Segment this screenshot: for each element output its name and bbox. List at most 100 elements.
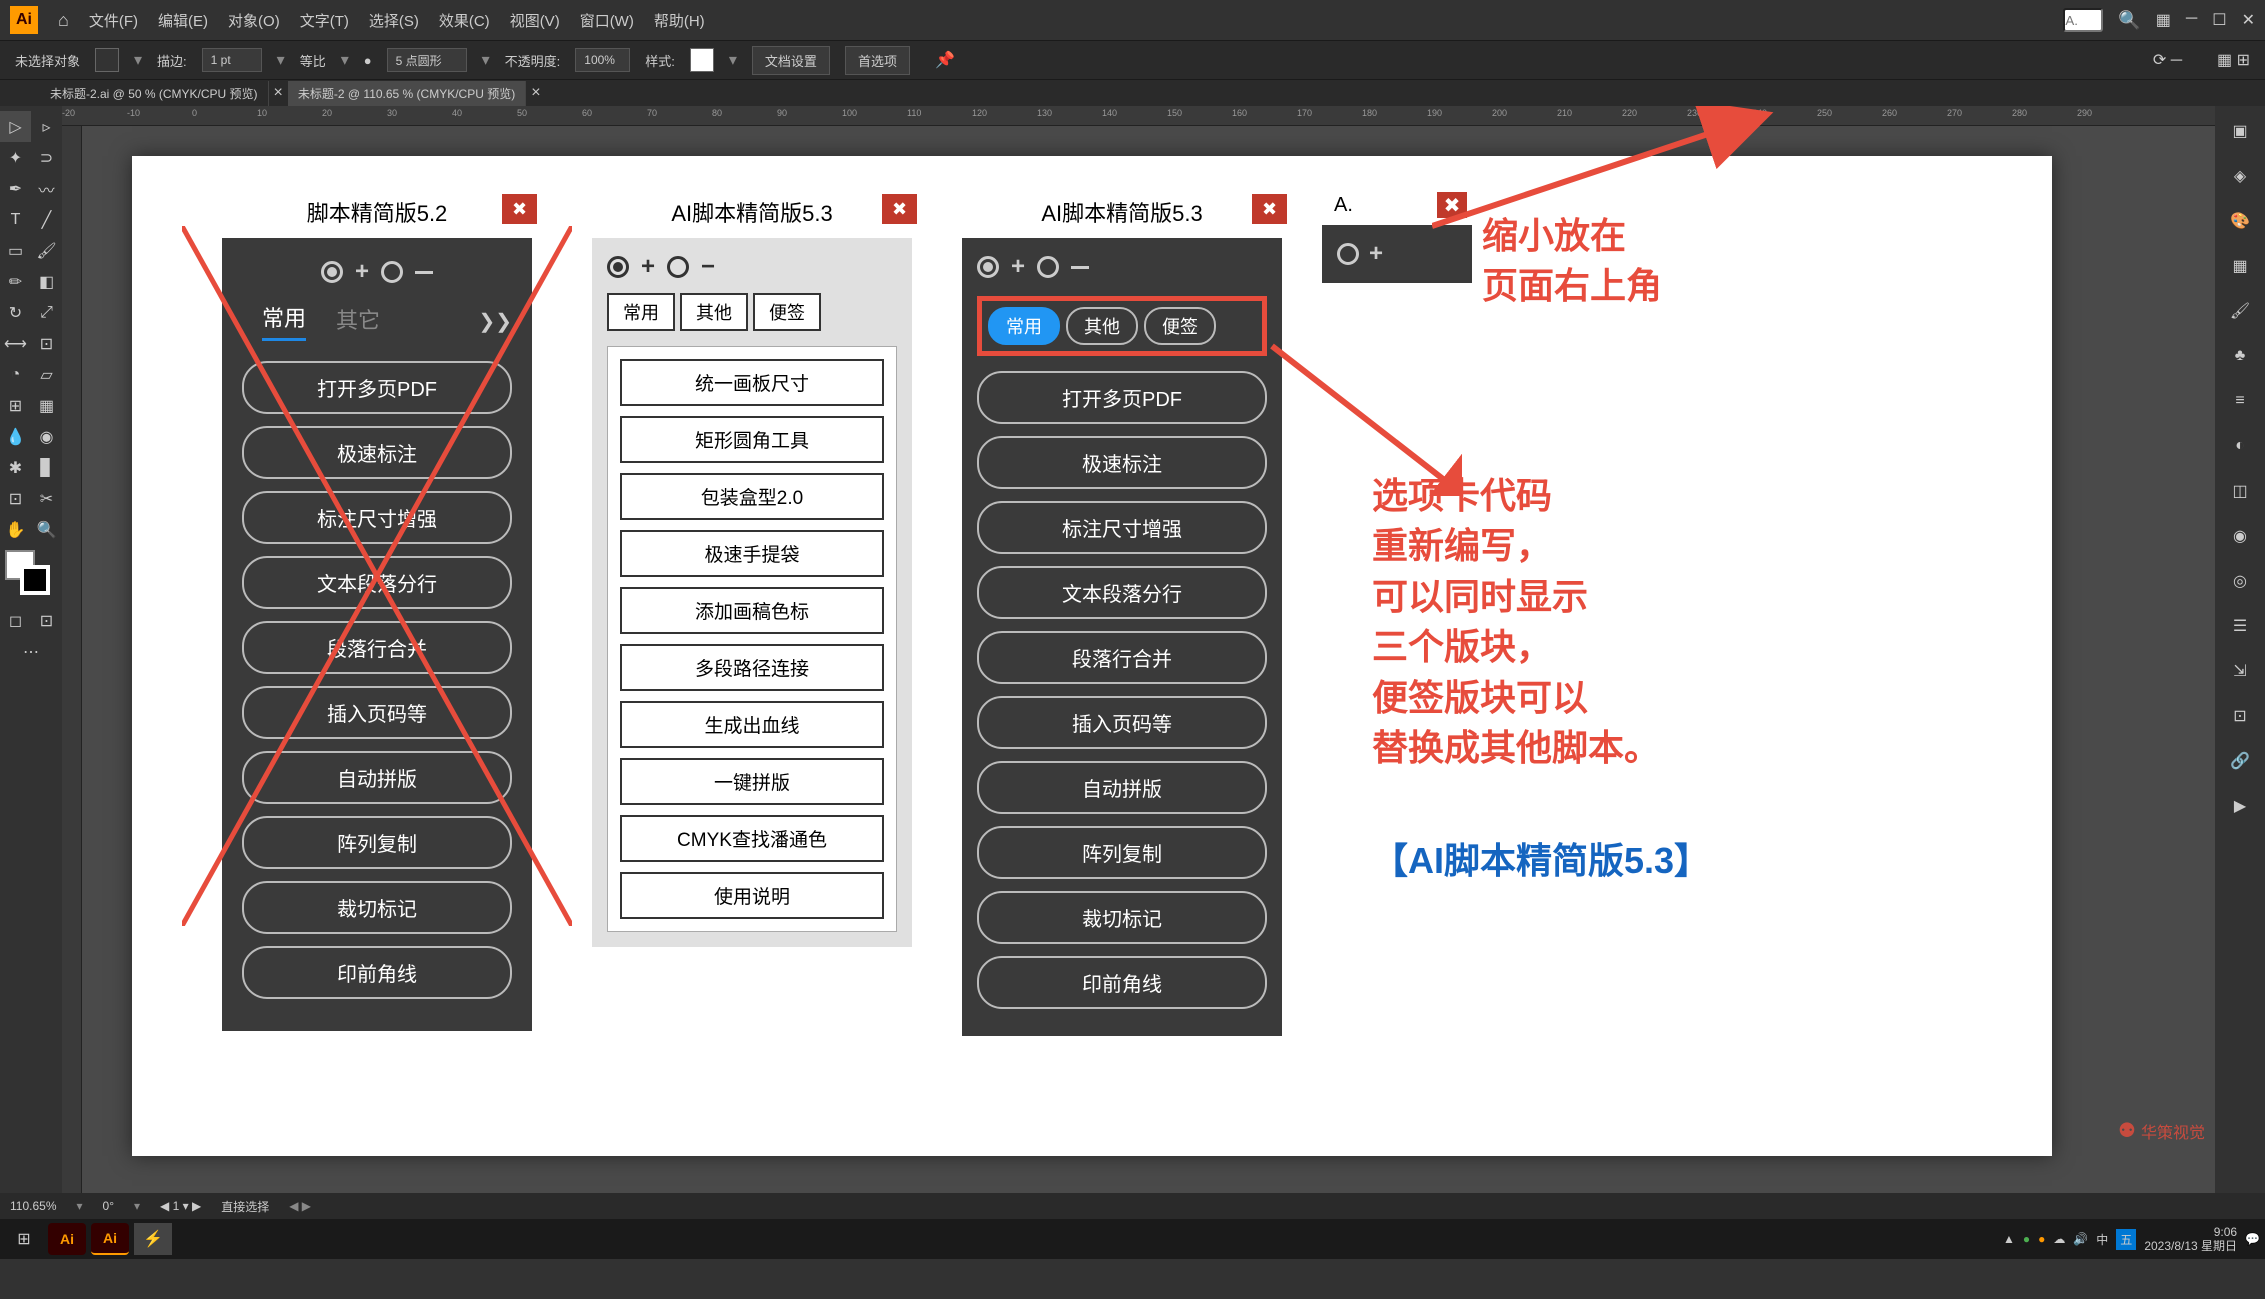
chevron-right-icon[interactable]: ❯❯ [478,309,512,334]
blend-tool[interactable]: ◉ [31,421,62,452]
shape-builder-tool[interactable]: ◔ [0,359,31,390]
tray-icon-3[interactable]: ● [2038,1232,2045,1246]
taskbar-clock[interactable]: 9:06 2023/8/13 星期日 [2144,1225,2237,1254]
menu-object[interactable]: 对象(O) [228,10,280,31]
opacity-input[interactable] [575,48,630,72]
rotate-tool[interactable]: ↻ [0,297,31,328]
radio-icon[interactable] [1337,243,1359,265]
btn-one-click-impose[interactable]: 一键拼版 [620,758,884,805]
radio-filled-icon[interactable] [607,256,629,278]
screen-mode[interactable]: ⊡ [31,605,62,636]
edit-toolbar[interactable]: ⋯ [0,636,62,667]
play-icon[interactable]: ▶ [2225,791,2255,821]
btn-text-split[interactable]: 文本段落分行 [977,566,1267,619]
btn-open-pdf[interactable]: 打开多页PDF [242,361,512,414]
btn-dimension[interactable]: 标注尺寸增强 [977,501,1267,554]
curvature-tool[interactable]: 〰 [31,173,62,204]
layers-panel-icon[interactable]: ☰ [2225,611,2255,641]
panel-53b-close-button[interactable]: ✖ [1252,194,1287,224]
doc-tab-1[interactable]: 未标题-2.ai @ 50 % (CMYK/CPU 预览) [40,81,269,106]
start-button[interactable]: ⊞ [5,1223,43,1255]
menu-type[interactable]: 文字(T) [300,10,349,31]
tray-ime-2[interactable]: 五 [2116,1229,2136,1250]
menu-edit[interactable]: 编辑(E) [158,10,208,31]
radio-filled-icon[interactable] [977,256,999,278]
btn-page-number[interactable]: 插入页码等 [977,696,1267,749]
btn-merge-lines[interactable]: 段落行合并 [977,631,1267,684]
perspective-tool[interactable]: ▱ [31,359,62,390]
tray-ime-1[interactable]: 中 [2096,1231,2108,1248]
plus-icon[interactable]: + [355,258,369,286]
zoom-level[interactable]: 110.65% [10,1199,56,1213]
btn-path-connect[interactable]: 多段路径连接 [620,644,884,691]
rectangle-tool[interactable]: ▭ [0,235,31,266]
btn-text-split[interactable]: 文本段落分行 [242,556,512,609]
panel-52-close-button[interactable]: ✖ [502,194,537,224]
radio-empty-icon[interactable] [667,256,689,278]
stroke-weight-input[interactable] [202,48,262,72]
eraser-tool[interactable]: ◧ [31,266,62,297]
pin-icon[interactable]: 📌 [935,50,955,70]
tab-other[interactable]: 其他 [680,293,748,331]
links-panel-icon[interactable]: 🔗 [2225,746,2255,776]
scale-tool[interactable]: ⤢ [31,297,62,328]
plus-icon[interactable]: + [641,253,655,281]
menu-select[interactable]: 选择(S) [369,10,419,31]
tab-common[interactable]: 常用 [988,307,1060,345]
btn-color-swatch[interactable]: 添加画稿色标 [620,587,884,634]
panel-toggle-icon[interactable]: ▦ ⊞ [2217,50,2250,70]
lasso-tool[interactable]: ⊃ [31,142,62,173]
btn-crop-marks[interactable]: 裁切标记 [977,891,1267,944]
color-controls[interactable] [0,545,62,605]
preferences-button[interactable]: 首选项 [845,46,910,75]
transparency-panel-icon[interactable]: ◫ [2225,476,2255,506]
brushes-panel-icon[interactable]: 🖌 [2225,296,2255,326]
arrange-icon[interactable]: ▦ [2156,10,2171,30]
slice-tool[interactable]: ✂ [31,483,62,514]
btn-unify-artboard[interactable]: 统一画板尺寸 [620,359,884,406]
btn-corner-marks[interactable]: 印前角线 [242,946,512,999]
width-tool[interactable]: ⟷ [0,328,31,359]
radio-filled-icon[interactable] [321,261,343,283]
tab-other[interactable]: 其它 [336,303,380,340]
properties-panel-icon[interactable]: ▣ [2225,116,2255,146]
btn-auto-impose[interactable]: 自动拼版 [977,761,1267,814]
btn-dimension[interactable]: 标注尺寸增强 [242,491,512,544]
menu-view[interactable]: 视图(V) [510,10,560,31]
direct-selection-tool[interactable]: ▹ [31,111,62,142]
draw-normal[interactable]: ◻ [0,605,31,636]
tab-notes[interactable]: 便签 [753,293,821,331]
symbols-panel-icon[interactable]: ♣ [2225,341,2255,371]
graph-tool[interactable]: ▊ [31,452,62,483]
minus-icon[interactable]: − [701,253,715,281]
asset-export-panel-icon[interactable]: ⇲ [2225,656,2255,686]
doc-tab-2[interactable]: 未标题-2 @ 110.65 % (CMYK/CPU 预览) [288,81,526,106]
home-icon[interactable]: ⌂ [58,10,69,31]
tab-notes[interactable]: 便签 [1144,307,1216,345]
btn-corner-marks[interactable]: 印前角线 [977,956,1267,1009]
minimize-icon[interactable]: ─ [2186,10,2197,30]
btn-fast-annotate[interactable]: 极速标注 [977,436,1267,489]
loop-icon[interactable]: ⟳ ─ [2153,50,2182,70]
libraries-panel-icon[interactable]: ◈ [2225,161,2255,191]
rotation[interactable]: 0° [103,1199,114,1213]
btn-instructions[interactable]: 使用说明 [620,872,884,919]
panel-53a-close-button[interactable]: ✖ [882,194,917,224]
btn-merge-lines[interactable]: 段落行合并 [242,621,512,674]
artboard-tool[interactable]: ⊡ [0,483,31,514]
btn-page-number[interactable]: 插入页码等 [242,686,512,739]
close-icon[interactable]: ✕ [2242,10,2255,30]
mesh-tool[interactable]: ⊞ [0,390,31,421]
pen-tool[interactable]: ✒ [0,173,31,204]
tray-volume-icon[interactable]: 🔊 [2073,1232,2088,1246]
graphic-styles-panel-icon[interactable]: ◎ [2225,566,2255,596]
tab-common[interactable]: 常用 [262,301,306,341]
search-icon[interactable]: 🔍 [2118,10,2140,31]
free-transform-tool[interactable]: ⊡ [31,328,62,359]
taskbar-app-3[interactable]: ⚡ [134,1223,172,1255]
color-panel-icon[interactable]: 🎨 [2225,206,2255,236]
artboard-nav[interactable]: ◀ 1 ▾ ▶ [160,1199,201,1213]
brush-input[interactable] [387,48,467,72]
tab-common[interactable]: 常用 [607,293,675,331]
search-input[interactable] [2063,8,2103,32]
